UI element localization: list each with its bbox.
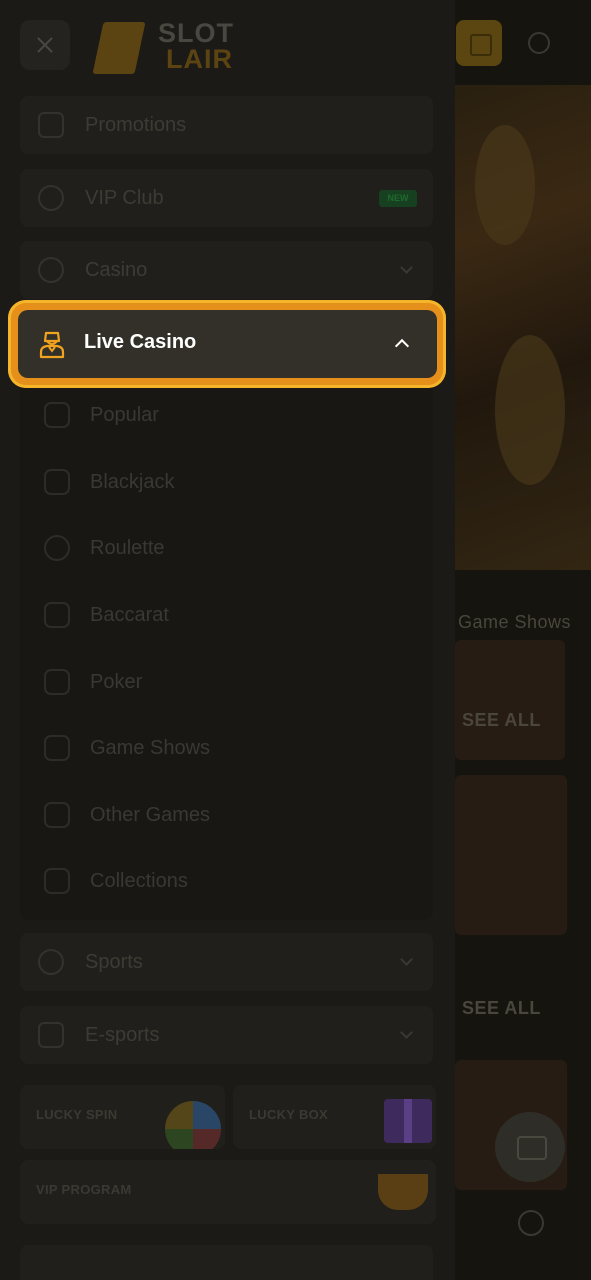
submenu-item-label: Other Games [90, 804, 211, 826]
cards-icon [44, 469, 70, 495]
hexagon-icon [44, 802, 70, 828]
section-label-game-shows: Game Shows [458, 612, 572, 632]
submenu-item-label: Collections [90, 870, 188, 892]
search-icon[interactable] [528, 32, 550, 54]
menu-item-casino[interactable]: Casino [20, 241, 433, 299]
submenu-item-blackjack[interactable]: Blackjack [20, 459, 433, 507]
menu-item-promotions[interactable]: Promotions [20, 96, 433, 154]
promo-vip-program[interactable]: VIP PROGRAM [20, 1160, 436, 1224]
logo[interactable]: SLOT LAIR [92, 16, 246, 76]
submenu-item-baccarat[interactable]: Baccarat [20, 592, 433, 640]
gamepad-icon [38, 1022, 64, 1048]
logo-text-bottom: LAIR [166, 44, 233, 74]
clipboard-icon [44, 735, 70, 761]
submenu-item-collections[interactable]: Collections [20, 858, 433, 906]
submenu-item-popular[interactable]: Popular [20, 392, 433, 440]
chat-button[interactable] [495, 1112, 565, 1182]
submenu-item-label: Baccarat [90, 604, 169, 626]
menu-item-label: Sports [85, 951, 143, 973]
chevron-down-icon [400, 261, 413, 274]
star-icon [44, 402, 70, 428]
close-icon[interactable] [20, 20, 70, 70]
dealer-icon [39, 331, 65, 359]
submenu-item-label: Roulette [90, 537, 165, 559]
submenu-item-label: Popular [90, 404, 159, 426]
game-card[interactable] [455, 775, 567, 935]
menu-item-label: E-sports [85, 1024, 160, 1046]
chevron-down-icon [400, 1026, 413, 1039]
menu-item-label: Promotions [85, 114, 187, 136]
wallet-button[interactable] [456, 20, 502, 66]
menu-item-label: Live Casino [84, 331, 197, 353]
gift-box-icon [384, 1099, 432, 1143]
user-icon [38, 185, 64, 211]
submenu-item-label: Game Shows [90, 737, 211, 759]
spade-icon [38, 257, 64, 283]
menu-item-vip-club[interactable]: VIP Club NEW [20, 169, 433, 227]
poker-icon [44, 669, 70, 695]
menu-item-label: VIP Club [85, 187, 164, 209]
promo-label: LUCKY SPIN [36, 1107, 118, 1122]
see-all-link[interactable]: SEE ALL [462, 998, 541, 1019]
promo-lucky-spin[interactable]: LUCKY SPIN [20, 1085, 225, 1149]
gift-icon [38, 112, 64, 138]
menu-item-esports[interactable]: E-sports [20, 1006, 433, 1064]
submenu-item-game-shows[interactable]: Game Shows [20, 725, 433, 773]
menu-item-sports[interactable]: Sports [20, 933, 433, 991]
roulette-icon [44, 535, 70, 561]
menu-item-more[interactable] [20, 1245, 433, 1280]
promo-label: VIP PROGRAM [36, 1182, 132, 1197]
submenu-item-label: Blackjack [90, 471, 175, 493]
hero-banner[interactable] [455, 85, 591, 570]
cup-icon [378, 1174, 428, 1210]
promo-label: LUCKY BOX [249, 1107, 329, 1122]
account-icon[interactable] [518, 1210, 544, 1236]
side-drawer: SLOT LAIR Promotions VIP Club NEW Casino… [0, 0, 455, 1280]
spade-card-icon [92, 22, 146, 74]
ball-icon [38, 949, 64, 975]
menu-item-live-casino[interactable]: Live Casino [18, 310, 437, 378]
live-casino-submenu: Popular Blackjack Roulette Baccarat Poke… [20, 380, 433, 920]
chevron-down-icon [400, 953, 413, 966]
submenu-item-poker[interactable]: Poker [20, 659, 433, 707]
chevron-up-icon [394, 338, 410, 354]
grid-icon [44, 868, 70, 894]
see-all-link[interactable]: SEE ALL [462, 710, 541, 731]
submenu-item-roulette[interactable]: Roulette [20, 525, 433, 573]
wheel-icon [165, 1101, 221, 1149]
promo-lucky-box[interactable]: LUCKY BOX [233, 1085, 436, 1149]
game-card[interactable] [455, 640, 565, 760]
submenu-item-label: Poker [90, 671, 143, 693]
menu-item-label: Casino [85, 259, 148, 281]
submenu-item-other-games[interactable]: Other Games [20, 792, 433, 840]
new-badge: NEW [379, 190, 417, 207]
baccarat-icon [44, 602, 70, 628]
